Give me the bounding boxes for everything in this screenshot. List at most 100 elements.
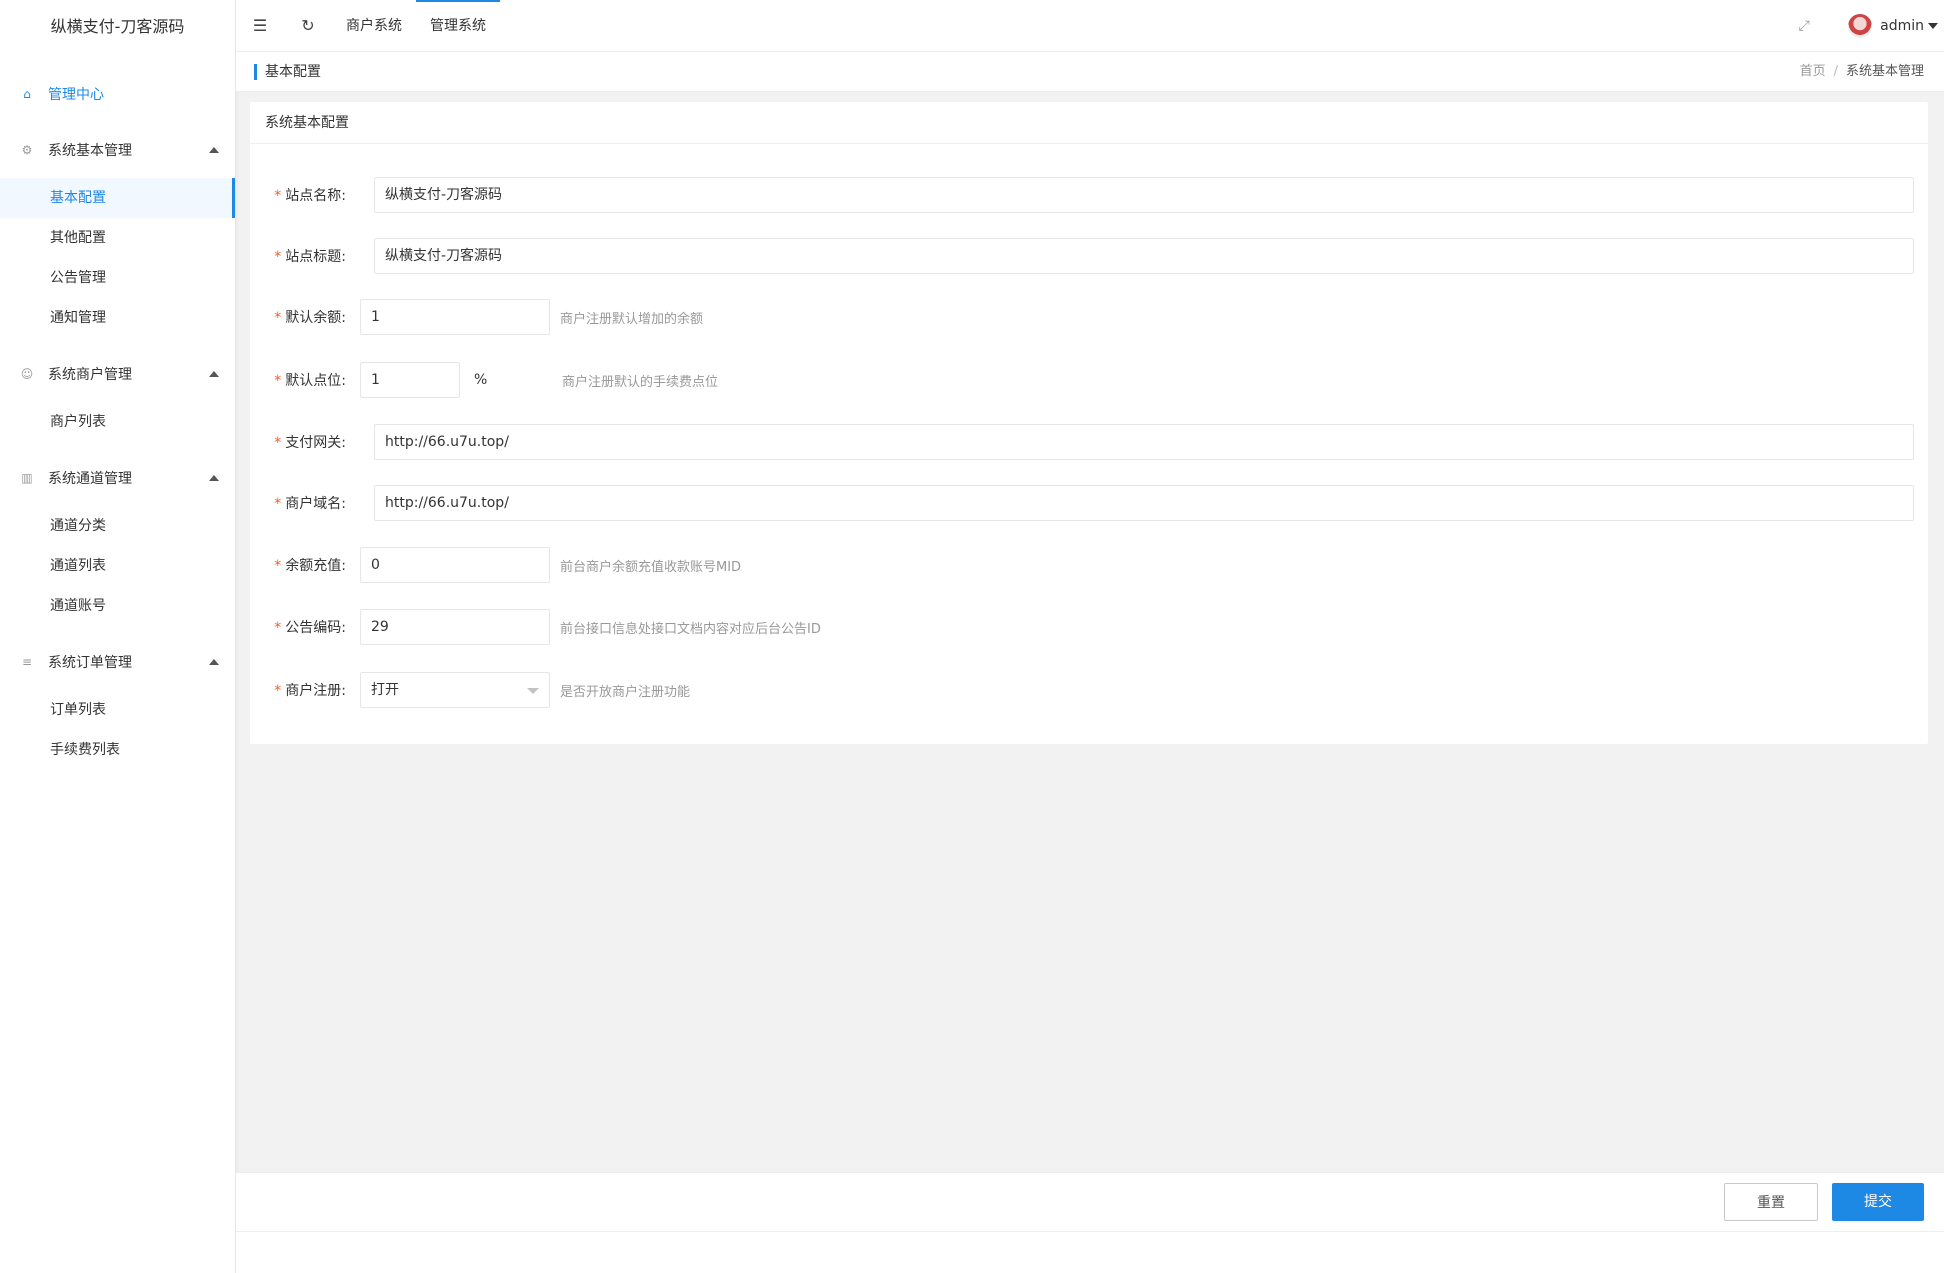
default-balance-input[interactable]: 1 [360,299,550,335]
sidebar-item-merchant-list[interactable]: 商户列表 [0,402,235,442]
merchant-register-select[interactable]: 打开 [360,672,550,708]
sidebar-item-channel-list[interactable]: 通道列表 [0,546,235,586]
field-label: * 商户注册: [274,683,346,699]
sidebar-item-channel-account[interactable]: 通道账号 [0,586,235,626]
field-site-name: * 站点名称: 纵横支付-刀客源码 [250,176,1928,214]
field-hint: 前台接口信息处接口文档内容对应后台公告ID [560,621,821,637]
user-menu[interactable]: admin [1828,14,1944,38]
field-label: * 商户域名: [274,496,346,512]
breadcrumb-current: 系统基本管理 [1845,64,1924,79]
page-header: 基本配置 首页 / 系统基本管理 [236,52,1944,92]
breadcrumb-home[interactable]: 首页 [1800,64,1826,79]
sidebar-group-basic[interactable]: ⚙ 系统基本管理 [0,122,235,178]
username: admin [1880,18,1924,34]
caret-up-icon [209,147,219,153]
field-balance-recharge: * 余额充值: 0 前台商户余额充值收款账号MID [250,546,1928,584]
sidebar-group-merchant[interactable]: ☺ 系统商户管理 [0,346,235,402]
field-label: * 站点标题: [274,249,346,265]
field-label: * 余额充值: [274,558,346,574]
sidebar-item-fee-list[interactable]: 手续费列表 [0,730,235,770]
sidebar-subgroup-merchant: 商户列表 [0,402,235,450]
sidebar-item-home[interactable]: ⌂ 管理中心 [0,66,235,122]
field-label: * 默认点位: [274,373,346,389]
field-default-rate: * 默认点位: 1 % 商户注册默认的手续费点位 [250,361,1928,399]
sidebar-item-notice-manage[interactable]: 公告管理 [0,258,235,298]
sidebar-group-channel[interactable]: ▥ 系统通道管理 [0,450,235,506]
sidebar-item-basic-config[interactable]: 基本配置 [0,178,235,218]
caret-down-icon [1928,23,1938,29]
field-hint: 商户注册默认的手续费点位 [562,374,719,390]
field-label: * 站点名称: [274,188,346,204]
fullscreen-icon: ⤢ [1798,18,1810,34]
refresh-icon: ↻ [301,16,315,35]
gear-icon: ⚙ [21,143,33,157]
sidebar-group-label: 系统商户管理 [48,367,132,383]
required-mark: * [274,558,282,574]
list-icon: ≡ [21,655,33,669]
required-mark: * [274,620,282,636]
caret-up-icon [209,371,219,377]
required-mark: * [274,310,282,326]
sidebar-subgroup-order: 订单列表 手续费列表 [0,690,235,778]
pay-gateway-input[interactable]: http://66.u7u.top/ [374,424,1914,460]
field-label: * 支付网关: [274,435,346,451]
percent-unit: % [474,372,488,388]
caret-up-icon [209,475,219,481]
notice-code-input[interactable]: 29 [360,609,550,645]
field-merchant-register: * 商户注册: 打开 是否开放商户注册功能 [250,671,1928,709]
sidebar-subgroup-channel: 通道分类 通道列表 通道账号 [0,506,235,634]
table-icon: ▥ [21,471,33,485]
balance-recharge-input[interactable]: 0 [360,547,550,583]
indent-icon: ☰ [252,16,268,35]
field-hint: 商户注册默认增加的余额 [560,311,704,327]
page-title: 基本配置 [254,63,321,80]
required-mark: * [274,683,282,699]
config-card: 系统基本配置 * 站点名称: 纵横支付-刀客源码 * 站点标题: 纵横支付-刀客源码… [250,102,1928,744]
dropdown-arrow-icon [527,688,539,694]
sidebar-item-order-list[interactable]: 订单列表 [0,690,235,730]
field-hint: 前台商户余额充值收款账号MID [560,559,742,575]
sidebar-group-label: 系统订单管理 [48,655,132,671]
sidebar: 纵横支付-刀客源码 ⌂ 管理中心 ⚙ 系统基本管理 基本配置 其他配置 公告管理… [0,0,236,1273]
caret-up-icon [209,659,219,665]
sidebar-subgroup-basic: 基本配置 其他配置 公告管理 通知管理 [0,178,235,346]
field-pay-gateway: * 支付网关: http://66.u7u.top/ [250,423,1928,461]
merchant-domain-input[interactable]: http://66.u7u.top/ [374,485,1914,521]
field-label: * 默认余额: [274,310,346,326]
site-name-input[interactable]: 纵横支付-刀客源码 [374,177,1914,213]
fullscreen-button[interactable]: ⤢ [1780,0,1828,52]
sidebar-item-other-config[interactable]: 其他配置 [0,218,235,258]
user-icon: ☺ [20,367,34,381]
select-value: 打开 [371,682,399,698]
topbar-right: ⤢ admin [1780,0,1944,52]
form-footer: 重置 提交 [236,1172,1944,1232]
sidebar-item-label: 管理中心 [48,87,104,103]
field-label: * 公告编码: [274,620,346,636]
avatar [1848,14,1873,38]
required-mark: * [274,249,282,265]
site-title-input[interactable]: 纵横支付-刀客源码 [374,238,1914,274]
sidebar-item-notify-manage[interactable]: 通知管理 [0,298,235,338]
submit-button[interactable]: 提交 [1832,1183,1924,1221]
menu-toggle-button[interactable]: ☰ [236,0,284,52]
home-icon: ⌂ [23,87,31,101]
required-mark: * [274,373,282,389]
refresh-button[interactable]: ↻ [284,0,332,52]
topbar: ☰ ↻ 商户系统 管理系统 ⤢ admin [236,0,1944,52]
app-logo-title: 纵横支付-刀客源码 [50,17,185,36]
sidebar-group-order[interactable]: ≡ 系统订单管理 [0,634,235,690]
card-title: 系统基本配置 [250,102,1928,144]
reset-button[interactable]: 重置 [1724,1183,1818,1221]
sidebar-menu: ⌂ 管理中心 ⚙ 系统基本管理 基本配置 其他配置 公告管理 通知管理 ☺ 系统… [0,66,235,778]
tab-merchant-system[interactable]: 商户系统 [332,0,416,52]
tab-admin-system[interactable]: 管理系统 [416,0,500,52]
required-mark: * [274,496,282,512]
field-default-balance: * 默认余额: 1 商户注册默认增加的余额 [250,298,1928,336]
field-notice-code: * 公告编码: 29 前台接口信息处接口文档内容对应后台公告ID [250,608,1928,646]
default-rate-input[interactable]: 1 [360,362,460,398]
required-mark: * [274,435,282,451]
sidebar-item-channel-category[interactable]: 通道分类 [0,506,235,546]
breadcrumb-separator: / [1833,64,1838,79]
bottom-strip [236,1232,1944,1273]
field-merchant-domain: * 商户域名: http://66.u7u.top/ [250,484,1928,522]
